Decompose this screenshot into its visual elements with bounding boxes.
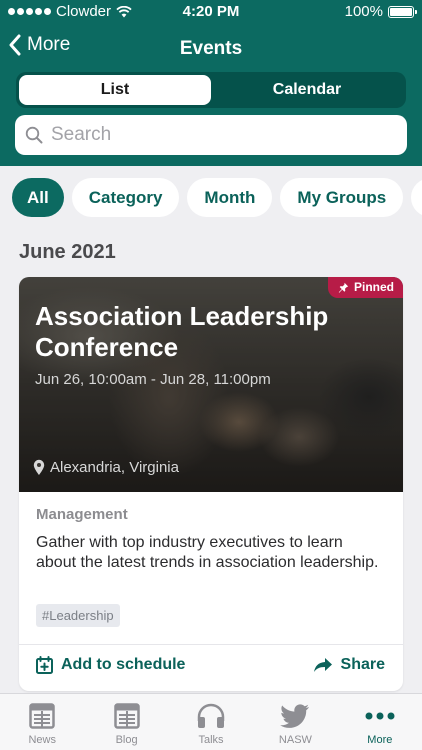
status-bar: Clowder 4:20 PM 100% bbox=[0, 0, 422, 24]
tab-more[interactable]: More bbox=[338, 694, 422, 750]
filter-category[interactable]: Category bbox=[71, 178, 180, 217]
event-image: Pinned Association Leadership Conference… bbox=[19, 277, 403, 492]
search-input[interactable] bbox=[51, 124, 371, 146]
pinned-badge: Pinned bbox=[327, 277, 403, 298]
add-to-schedule-label: Add to schedule bbox=[61, 656, 186, 673]
location-label: Alexandria, Virginia bbox=[50, 459, 179, 476]
tab-news[interactable]: News bbox=[0, 694, 84, 750]
segment-calendar[interactable]: Calendar bbox=[211, 75, 403, 105]
tab-talks-label: Talks bbox=[198, 734, 224, 746]
card-divider bbox=[19, 644, 403, 645]
view-switcher: List Calendar bbox=[16, 72, 406, 108]
pin-icon bbox=[338, 282, 349, 293]
search-bar bbox=[15, 115, 407, 155]
tab-nasw[interactable]: NASW bbox=[253, 694, 337, 750]
header: Clowder 4:20 PM 100% More Events List Ca… bbox=[0, 0, 422, 166]
tab-news-label: News bbox=[28, 734, 56, 746]
nav-bar: More Events bbox=[0, 30, 422, 70]
search-icon bbox=[25, 126, 43, 144]
battery-icon bbox=[388, 5, 417, 18]
filter-partial[interactable]: P bbox=[411, 178, 422, 217]
event-category: Management bbox=[36, 506, 128, 523]
pinned-label: Pinned bbox=[353, 280, 394, 294]
twitter-icon bbox=[280, 704, 310, 728]
event-date: Jun 26, 10:00am - Jun 28, 11:00pm bbox=[35, 371, 271, 388]
event-location: Alexandria, Virginia bbox=[33, 459, 179, 476]
event-tag[interactable]: #Leadership bbox=[36, 604, 120, 627]
filter-all[interactable]: All bbox=[12, 178, 64, 217]
filter-bar: All Category Month My Groups P bbox=[12, 178, 422, 218]
tab-talks[interactable]: Talks bbox=[169, 694, 253, 750]
tab-nasw-label: NASW bbox=[278, 734, 312, 746]
event-title: Association Leadership Conference bbox=[35, 301, 329, 362]
segment-list[interactable]: List bbox=[19, 75, 211, 105]
location-pin-icon bbox=[33, 459, 45, 475]
filter-my-groups[interactable]: My Groups bbox=[280, 178, 404, 217]
share-icon bbox=[313, 658, 332, 672]
blog-icon bbox=[113, 703, 140, 729]
event-card[interactable]: Pinned Association Leadership Conference… bbox=[19, 277, 403, 691]
news-icon bbox=[29, 703, 55, 729]
share-label: Share bbox=[340, 656, 385, 673]
calendar-add-icon bbox=[36, 656, 53, 674]
headphones-icon bbox=[197, 703, 225, 728]
status-right: 100% bbox=[344, 3, 417, 20]
filter-month[interactable]: Month bbox=[187, 178, 273, 217]
add-to-schedule-button[interactable]: Add to schedule bbox=[36, 656, 185, 674]
tab-bar: News Blog Talks NASW More bbox=[0, 693, 422, 750]
tab-more-label: More bbox=[367, 734, 393, 746]
tab-blog-label: Blog bbox=[115, 734, 138, 746]
share-button[interactable]: Share bbox=[313, 656, 385, 674]
more-icon bbox=[365, 712, 395, 720]
page-title: Events bbox=[179, 38, 243, 59]
event-description: Gather with top industry executives to l… bbox=[36, 534, 379, 571]
battery-percent: 100% bbox=[344, 3, 383, 20]
tab-blog[interactable]: Blog bbox=[84, 694, 168, 750]
section-title: June 2021 bbox=[19, 241, 116, 263]
